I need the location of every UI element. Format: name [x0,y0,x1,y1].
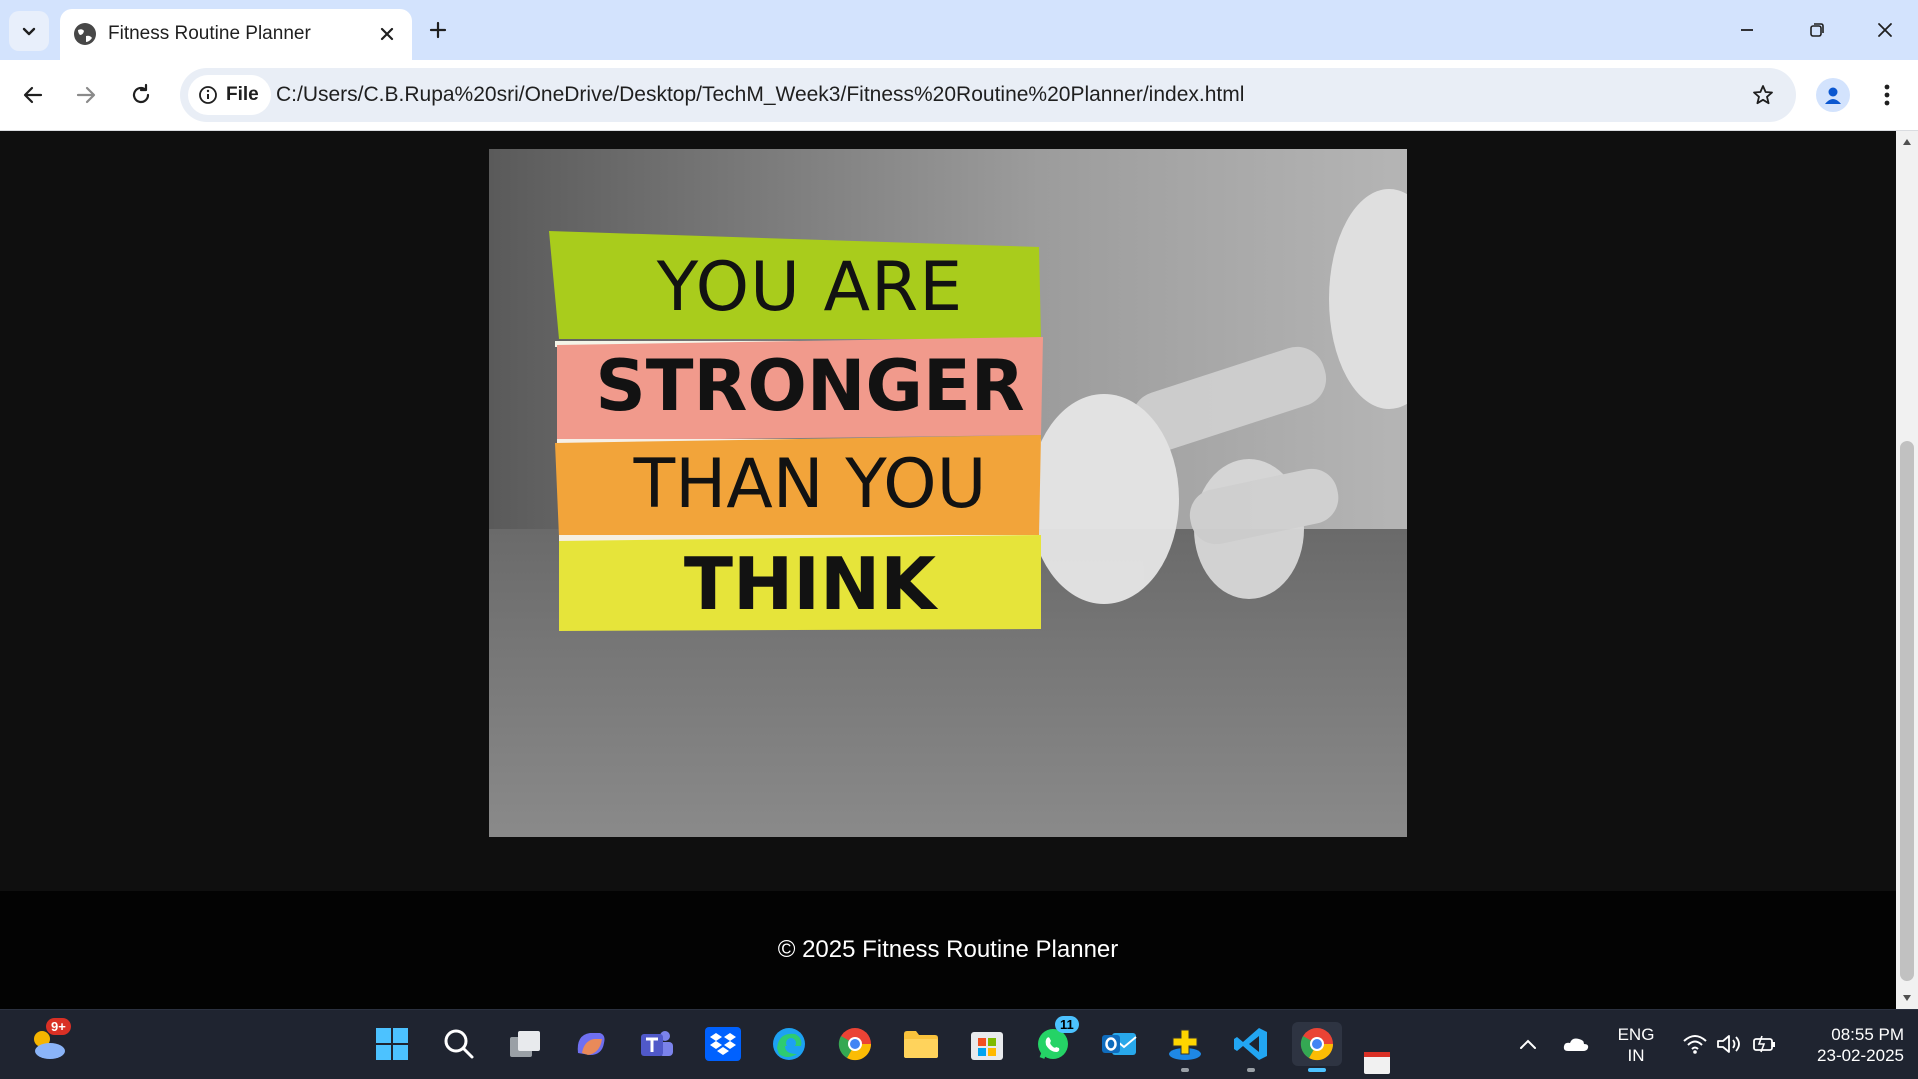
info-icon [199,86,217,104]
search-icon [444,1029,474,1059]
arrow-left-icon [23,86,43,104]
chrome-icon [838,1028,872,1061]
star-icon [1753,85,1773,105]
minimize-button[interactable] [1724,10,1770,50]
task-view-icon [510,1031,540,1057]
calendar-app-peek[interactable] [1362,1050,1392,1076]
onedrive-button[interactable] [1554,1022,1598,1066]
dropbox-icon [705,1027,741,1061]
windows-taskbar: 9+ 11 ENG IN 08:55 PM 23-02-2025 [0,1009,1918,1079]
bookmark-button[interactable] [1748,80,1778,110]
restore-button[interactable] [1794,10,1840,50]
browser-toolbar: File C:/Users/C.B.Rupa%20sri/OneDrive/De… [0,60,1918,131]
edge-app[interactable] [767,1022,811,1066]
motivational-line-4: THINK [683,542,937,626]
folder-icon [904,1031,938,1058]
triangle-up-icon [1903,139,1911,145]
chrome-icon [1300,1028,1334,1061]
triangle-down-icon [1903,995,1911,1001]
scroll-down-button[interactable] [1896,987,1918,1009]
active-tab[interactable]: Fitness Routine Planner [60,9,412,60]
plus-icon [429,21,447,39]
arrow-right-icon [76,86,96,104]
language-indicator[interactable]: ENG IN [1610,1024,1662,1066]
outlook-icon [1102,1033,1137,1055]
close-window-button[interactable] [1862,10,1908,50]
windows-logo-icon [376,1028,408,1060]
active-indicator [1308,1068,1326,1072]
microsoft-store-app[interactable] [965,1022,1009,1066]
page-scrollbar[interactable] [1896,131,1918,1009]
battery-charging-icon [1753,1035,1775,1053]
chrome-app-pinned[interactable] [833,1022,877,1066]
teams-icon [641,1031,673,1056]
address-bar[interactable]: File C:/Users/C.B.Rupa%20sri/OneDrive/De… [180,68,1796,122]
tab-title: Fitness Routine Planner [108,23,311,44]
close-icon [1878,23,1892,37]
edge-icon [773,1028,805,1060]
language-code: ENG [1617,1025,1655,1044]
globe-icon [74,23,96,45]
teams-app[interactable] [635,1022,679,1066]
page-footer: © 2025 Fitness Routine Planner [0,891,1896,1009]
browser-menu-button[interactable] [1870,78,1904,112]
task-view-button[interactable] [503,1022,547,1066]
vscode-icon [1234,1028,1267,1060]
file-explorer-app[interactable] [899,1022,943,1066]
store-icon [971,1032,1003,1060]
region-code: IN [1627,1046,1645,1065]
outlook-app[interactable] [1097,1022,1141,1066]
running-indicator [1181,1068,1189,1072]
motivational-line-1: YOU ARE [656,248,964,327]
chevron-up-icon [1520,1039,1536,1049]
show-hidden-icons-button[interactable] [1506,1022,1550,1066]
scroll-thumb[interactable] [1900,441,1914,981]
footer-copyright: © 2025 Fitness Routine Planner [777,936,1119,963]
scroll-up-button[interactable] [1896,131,1918,153]
site-chip-label: File [226,84,259,105]
tab-search-button[interactable] [9,11,49,51]
start-button[interactable] [370,1022,414,1066]
restore-icon [1810,23,1824,37]
wifi-icon [1683,1035,1707,1054]
clock-time: 08:55 PM [1831,1025,1904,1044]
vscode-app[interactable] [1229,1022,1273,1072]
clock[interactable]: 08:55 PM 23-02-2025 [1794,1024,1904,1066]
quick-settings-button[interactable] [1670,1022,1790,1066]
cloud-icon [1563,1038,1589,1051]
forward-button[interactable] [67,76,105,114]
copilot-icon [577,1033,605,1055]
close-icon [380,27,394,41]
copilot-app[interactable] [569,1022,613,1066]
motivational-line-3: THAN YOU [633,445,987,524]
taskbar-search-button[interactable] [437,1022,481,1066]
chrome-app-active[interactable] [1292,1022,1342,1072]
weather-widget[interactable]: 9+ [26,1018,71,1066]
person-icon [1825,87,1841,104]
running-indicator [1247,1068,1255,1072]
profile-button[interactable] [1816,78,1850,112]
tab-close-button[interactable] [374,21,400,47]
health-app[interactable] [1163,1022,1207,1072]
minimize-icon [1741,29,1753,31]
url-text[interactable]: C:/Users/C.B.Rupa%20sri/OneDrive/Desktop… [276,83,1244,107]
site-info-chip[interactable]: File [188,75,271,115]
volume-icon [1717,1035,1740,1053]
dropbox-app[interactable] [701,1022,745,1066]
back-button[interactable] [14,76,52,114]
more-vert-icon [1884,84,1890,106]
whatsapp-app[interactable]: 11 [1031,1016,1079,1066]
calendar-icon [1364,1052,1390,1074]
new-tab-button[interactable] [422,14,454,46]
whatsapp-badge: 11 [1055,1016,1079,1033]
reload-button[interactable] [122,76,160,114]
clock-date: 23-02-2025 [1817,1046,1904,1065]
motivational-line-2: STRONGER [595,345,1025,427]
reload-icon [132,83,150,104]
plus-cross-icon [1169,1029,1201,1060]
weather-badge: 9+ [46,1018,71,1035]
chevron-down-icon [22,27,36,36]
tab-strip: Fitness Routine Planner [0,0,1918,60]
